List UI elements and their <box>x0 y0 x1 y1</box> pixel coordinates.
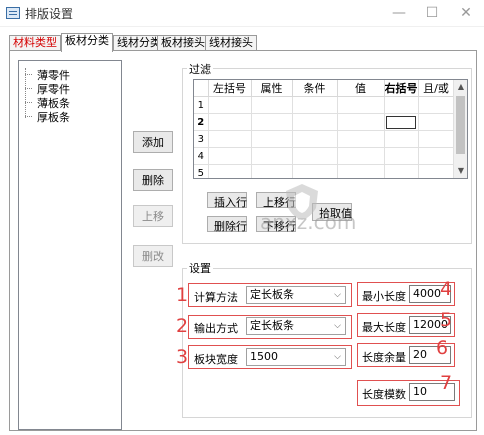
block-width-select[interactable]: 1500 ⌵ <box>246 348 346 366</box>
output-method-label: 输出方式 <box>194 322 238 335</box>
close-button[interactable]: ✕ <box>451 3 481 23</box>
scroll-down-icon[interactable]: ▼ <box>454 164 467 178</box>
calc-method-value: 定长板条 <box>250 288 294 301</box>
corner-header <box>194 80 209 97</box>
selected-cell[interactable] <box>386 115 416 129</box>
tab-material-type[interactable]: 材料类型 <box>9 35 61 51</box>
annotation-number: 7 <box>440 372 453 394</box>
window-title: 排版设置 <box>25 7 74 21</box>
add-button[interactable]: 添加 <box>133 131 173 153</box>
tab-plate-joint[interactable]: 板材接头 <box>157 35 209 51</box>
annotation-number: 4 <box>440 278 453 300</box>
col-header-value: 值 <box>337 80 385 97</box>
row-number: 4 <box>194 147 209 165</box>
col-header-and-or: 且/或 <box>418 80 455 97</box>
annotation-number: 3 <box>176 346 189 368</box>
col-header-condition: 条件 <box>292 80 338 97</box>
table-row[interactable]: 2 <box>194 113 455 131</box>
app-icon <box>6 7 20 19</box>
calc-method-select[interactable]: 定长板条 ⌵ <box>246 286 346 304</box>
move-up-button[interactable]: 上移 <box>133 205 173 227</box>
scroll-thumb[interactable] <box>456 96 465 154</box>
output-method-value: 定长板条 <box>250 319 294 332</box>
category-tree[interactable]: 薄零件 厚零件 薄板条 厚板条 <box>18 60 122 430</box>
block-width-value: 1500 <box>250 350 278 363</box>
row-number: 5 <box>194 164 209 178</box>
settings-group-label: 设置 <box>187 260 213 276</box>
filter-table: 左括号 属性 条件 值 右括号 且/或 1 2 3 4 5 <box>194 80 455 178</box>
row-number: 2 <box>194 113 209 131</box>
delete-row-button[interactable]: 删除行 <box>207 216 247 233</box>
filter-grid[interactable]: 左括号 属性 条件 值 右括号 且/或 1 2 3 4 5 ▲ ▼ <box>193 79 468 179</box>
length-margin-label: 长度余量 <box>362 351 406 364</box>
move-up-row-button[interactable]: 上移行 <box>256 192 296 209</box>
annotation-number: 1 <box>176 284 189 306</box>
move-down-row-button[interactable]: 下移行 <box>256 216 296 233</box>
tab-wire-joint[interactable]: 线材接头 <box>205 35 257 51</box>
tab-bar: 材料类型 板材分类 线材分类 板材接头 线材接头 <box>9 33 479 52</box>
tree-connector <box>25 68 26 118</box>
title-bar: 排版设置 — ☐ ✕ <box>0 0 484 27</box>
col-header-attribute: 属性 <box>251 80 293 97</box>
chevron-down-icon: ⌵ <box>334 321 341 331</box>
filter-group-label: 过滤 <box>187 61 213 77</box>
pick-value-button[interactable]: 拾取值 <box>312 203 352 221</box>
max-length-label: 最大长度 <box>362 321 406 334</box>
annotation-number: 6 <box>436 337 449 359</box>
table-row[interactable]: 5 <box>194 164 455 178</box>
grid-scrollbar[interactable]: ▲ ▼ <box>453 80 467 178</box>
maximize-button[interactable]: ☐ <box>417 3 447 23</box>
output-method-select[interactable]: 定长板条 ⌵ <box>246 317 346 335</box>
annotation-number: 5 <box>440 309 453 331</box>
modify-button[interactable]: 删改 <box>133 245 173 267</box>
col-header-left-bracket: 左括号 <box>208 80 252 97</box>
chevron-down-icon: ⌵ <box>334 352 341 362</box>
row-number: 3 <box>194 130 209 148</box>
table-row[interactable]: 4 <box>194 147 455 165</box>
table-row[interactable]: 3 <box>194 130 455 148</box>
delete-button[interactable]: 删除 <box>133 169 173 191</box>
tree-item-label: 厚板条 <box>37 111 70 124</box>
chevron-down-icon: ⌵ <box>334 290 341 300</box>
tab-plate-category[interactable]: 板材分类 <box>61 33 113 52</box>
minimize-button[interactable]: — <box>384 3 414 23</box>
table-row[interactable]: 1 <box>194 96 455 114</box>
block-width-label: 板块宽度 <box>194 353 238 366</box>
col-header-right-bracket: 右括号 <box>384 80 419 97</box>
row-number: 1 <box>194 96 209 114</box>
insert-row-button[interactable]: 插入行 <box>207 192 247 209</box>
calc-method-label: 计算方法 <box>194 291 238 304</box>
min-length-label: 最小长度 <box>362 290 406 303</box>
scroll-up-icon[interactable]: ▲ <box>454 80 467 94</box>
annotation-number: 2 <box>176 315 189 337</box>
length-modulus-label: 长度模数 <box>362 388 406 401</box>
